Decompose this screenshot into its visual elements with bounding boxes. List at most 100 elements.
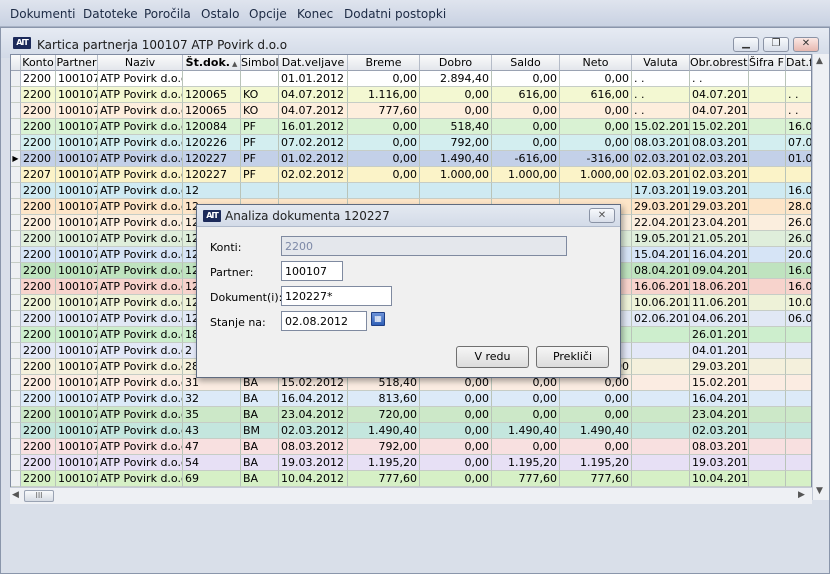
cell-13[interactable] — [749, 423, 786, 439]
cell-12[interactable]: 18.06.2012 — [690, 279, 749, 295]
cell-2[interactable]: 100107 — [56, 439, 98, 455]
row-indicator[interactable] — [11, 375, 21, 391]
cell-8[interactable]: 792,00 — [420, 135, 492, 151]
cell-7[interactable]: 1.490,40 — [348, 423, 420, 439]
restore-button[interactable]: ❐ — [763, 37, 789, 52]
cell-2[interactable]: 100107 — [56, 279, 98, 295]
cell-1[interactable]: 2200 — [21, 87, 56, 103]
cell-3[interactable]: ATP Povirk d.o.o — [98, 71, 183, 87]
cell-3[interactable]: ATP Povirk d.o.o — [98, 295, 183, 311]
cell-11[interactable]: 08.03.2012 — [632, 135, 690, 151]
cell-14[interactable]: . . — [786, 103, 811, 119]
cell-12[interactable]: 02.03.2012 — [690, 167, 749, 183]
cell-9[interactable]: 0,00 — [492, 119, 560, 135]
cell-10[interactable] — [560, 183, 632, 199]
cell-12[interactable]: 19.03.2012 — [690, 455, 749, 471]
scroll-down-arrow-icon[interactable]: ▼ — [816, 486, 823, 496]
table-row[interactable]: 2200 100107 ATP Povirk d.o.o 54 BA 19.03.2012… — [11, 455, 811, 471]
cell-14[interactable] — [786, 359, 811, 375]
cell-9[interactable] — [492, 183, 560, 199]
cell-1[interactable]: 2200 — [21, 295, 56, 311]
column-header-10[interactable]: Neto — [560, 55, 632, 71]
row-indicator[interactable] — [11, 471, 21, 487]
cell-3[interactable]: ATP Povirk d.o.o — [98, 87, 183, 103]
cell-1[interactable]: 2200 — [21, 279, 56, 295]
cell-12[interactable]: 04.07.2012 — [690, 103, 749, 119]
cell-3[interactable]: ATP Povirk d.o.o — [98, 183, 183, 199]
cell-5[interactable] — [241, 183, 279, 199]
cell-10[interactable]: 0,00 — [560, 135, 632, 151]
cell-3[interactable]: ATP Povirk d.o.o — [98, 471, 183, 487]
cell-14[interactable]: 20.03. — [786, 247, 811, 263]
cell-6[interactable]: 01.02.2012 — [279, 151, 348, 167]
cell-2[interactable]: 100107 — [56, 151, 98, 167]
cell-1[interactable]: 2200 — [21, 183, 56, 199]
cell-1[interactable]: 2200 — [21, 455, 56, 471]
cell-5[interactable]: BA — [241, 439, 279, 455]
cell-6[interactable]: 16.01.2012 — [279, 119, 348, 135]
cell-1[interactable]: 2200 — [21, 215, 56, 231]
cell-2[interactable]: 100107 — [56, 423, 98, 439]
cell-14[interactable]: 16.03. — [786, 263, 811, 279]
cell-11[interactable]: 19.05.2012 — [632, 231, 690, 247]
cell-8[interactable] — [420, 183, 492, 199]
row-indicator[interactable] — [11, 391, 21, 407]
cell-13[interactable] — [749, 391, 786, 407]
cell-3[interactable]: ATP Povirk d.o.o — [98, 167, 183, 183]
row-indicator[interactable] — [11, 199, 21, 215]
cell-3[interactable]: ATP Povirk d.o.o — [98, 439, 183, 455]
cell-10[interactable]: 0,00 — [560, 119, 632, 135]
cell-2[interactable]: 100107 — [56, 247, 98, 263]
scroll-right-arrow-icon[interactable]: ▶ — [798, 490, 805, 500]
cell-3[interactable]: ATP Povirk d.o.o — [98, 407, 183, 423]
cell-8[interactable]: 2.894,40 — [420, 71, 492, 87]
cell-8[interactable]: 0,00 — [420, 391, 492, 407]
cell-6[interactable]: 07.02.2012 — [279, 135, 348, 151]
cell-8[interactable]: 1.000,00 — [420, 167, 492, 183]
cell-10[interactable]: 0,00 — [560, 71, 632, 87]
column-header-12[interactable]: Obr.obresti — [690, 55, 749, 71]
row-indicator[interactable] — [11, 135, 21, 151]
cell-2[interactable]: 100107 — [56, 295, 98, 311]
cell-2[interactable]: 100107 — [56, 119, 98, 135]
cell-2[interactable]: 100107 — [56, 215, 98, 231]
cell-12[interactable]: 11.06.2012 — [690, 295, 749, 311]
cell-14[interactable] — [786, 167, 811, 183]
cell-11[interactable]: 15.04.2012 — [632, 247, 690, 263]
close-button[interactable]: ✕ — [793, 37, 819, 52]
cancel-button[interactable]: Prekliči — [536, 346, 609, 368]
cell-9[interactable]: 616,00 — [492, 87, 560, 103]
cell-11[interactable] — [632, 471, 690, 487]
cell-9[interactable]: 0,00 — [492, 71, 560, 87]
calendar-icon[interactable]: ▦ — [371, 312, 385, 326]
row-indicator[interactable] — [11, 311, 21, 327]
cell-9[interactable]: 0,00 — [492, 407, 560, 423]
cell-14[interactable]: 10.04. — [786, 295, 811, 311]
cell-5[interactable]: BA — [241, 471, 279, 487]
scroll-up-arrow-icon[interactable]: ▲ — [816, 56, 823, 66]
cell-13[interactable] — [749, 199, 786, 215]
cell-4[interactable] — [183, 71, 241, 87]
cell-8[interactable]: 0,00 — [420, 455, 492, 471]
cell-1[interactable]: 2200 — [21, 343, 56, 359]
cell-2[interactable]: 100107 — [56, 103, 98, 119]
cell-13[interactable] — [749, 375, 786, 391]
cell-11[interactable]: 02.06.2012 — [632, 311, 690, 327]
cell-9[interactable]: 1.490,40 — [492, 423, 560, 439]
cell-6[interactable]: 19.03.2012 — [279, 455, 348, 471]
cell-13[interactable] — [749, 279, 786, 295]
column-header-2[interactable]: Partner — [56, 55, 98, 71]
dialog-close-button[interactable]: ✕ — [589, 208, 615, 223]
cell-13[interactable] — [749, 119, 786, 135]
row-indicator[interactable] — [11, 439, 21, 455]
table-row[interactable]: 2200 100107 ATP Povirk d.o.o 01.01.2012 0,00… — [11, 71, 811, 87]
cell-14[interactable] — [786, 423, 811, 439]
cell-1[interactable]: 2200 — [21, 247, 56, 263]
column-header-11[interactable]: Valuta — [632, 55, 690, 71]
cell-14[interactable]: 01.02. — [786, 151, 811, 167]
cell-1[interactable]: 2200 — [21, 391, 56, 407]
cell-12[interactable]: 16.04.2012 — [690, 391, 749, 407]
cell-3[interactable]: ATP Povirk d.o.o — [98, 199, 183, 215]
cell-5[interactable]: KO — [241, 87, 279, 103]
table-row[interactable]: 2207 100107 ATP Povirk d.o.o 120227 PF 02.02.… — [11, 167, 811, 183]
